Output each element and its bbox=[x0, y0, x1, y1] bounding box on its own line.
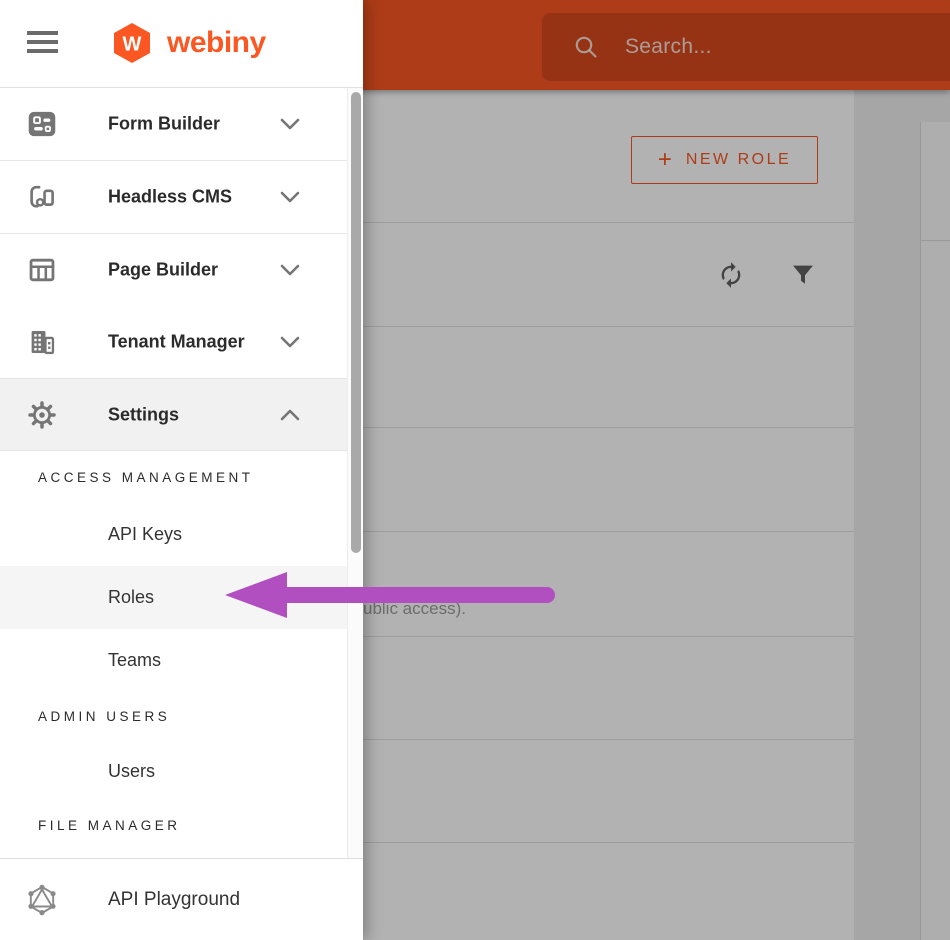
sidebar-item-users[interactable]: Users bbox=[0, 740, 347, 803]
sidebar-item-api-keys[interactable]: API Keys bbox=[0, 503, 347, 566]
menu-item-tenant-manager[interactable]: Tenant Manager bbox=[0, 306, 347, 379]
menu-item-form-builder[interactable]: Form Builder bbox=[0, 88, 347, 161]
navigation-drawer: W webiny Form Builder Headless CMS Page … bbox=[0, 0, 363, 940]
sidebar-item-teams[interactable]: Teams bbox=[0, 629, 347, 692]
drawer-scrollbar-track bbox=[347, 88, 363, 858]
chevron-up-icon bbox=[280, 409, 300, 420]
drawer-menu: Form Builder Headless CMS Page Builder T… bbox=[0, 88, 347, 858]
chevron-down-icon bbox=[280, 264, 300, 276]
tenant-manager-icon bbox=[31, 331, 55, 355]
menu-item-label: Headless CMS bbox=[108, 186, 233, 207]
section-header-file-manager: FILE MANAGER bbox=[38, 817, 181, 833]
drawer-header: W webiny bbox=[0, 0, 363, 88]
chevron-down-icon bbox=[280, 336, 300, 348]
hamburger-menu-icon[interactable] bbox=[27, 31, 58, 55]
settings-icon bbox=[28, 400, 56, 429]
chevron-down-icon bbox=[280, 191, 300, 203]
sidebar-item-roles[interactable]: Roles bbox=[0, 566, 347, 629]
webiny-logo-mark: W bbox=[114, 23, 150, 63]
form-builder-icon bbox=[28, 111, 56, 137]
headless-cms-icon bbox=[30, 185, 54, 208]
menu-item-page-builder[interactable]: Page Builder bbox=[0, 234, 347, 307]
svg-text:W: W bbox=[123, 34, 142, 56]
section-header-admin-users: ADMIN USERS bbox=[38, 708, 171, 724]
menu-item-label: API Playground bbox=[108, 888, 241, 910]
screen: + NEW ROLE ublic access). Search... W we… bbox=[0, 0, 950, 940]
page-builder-icon bbox=[29, 258, 55, 282]
section-header-access-management: ACCESS MANAGEMENT bbox=[38, 469, 254, 485]
graphql-icon bbox=[28, 884, 56, 915]
drawer-scrollbar-thumb[interactable] bbox=[351, 92, 361, 553]
menu-item-label: Tenant Manager bbox=[108, 331, 245, 352]
webiny-wordmark: webiny bbox=[167, 26, 266, 59]
menu-item-api-playground[interactable]: API Playground bbox=[0, 858, 363, 940]
menu-item-label: Settings bbox=[108, 404, 180, 424]
chevron-down-icon bbox=[280, 118, 300, 130]
menu-item-settings[interactable]: Settings bbox=[0, 379, 347, 451]
webiny-logo: W webiny bbox=[110, 22, 266, 64]
menu-item-label: Page Builder bbox=[108, 259, 219, 280]
menu-item-headless-cms[interactable]: Headless CMS bbox=[0, 161, 347, 234]
menu-item-label: Form Builder bbox=[108, 113, 221, 134]
